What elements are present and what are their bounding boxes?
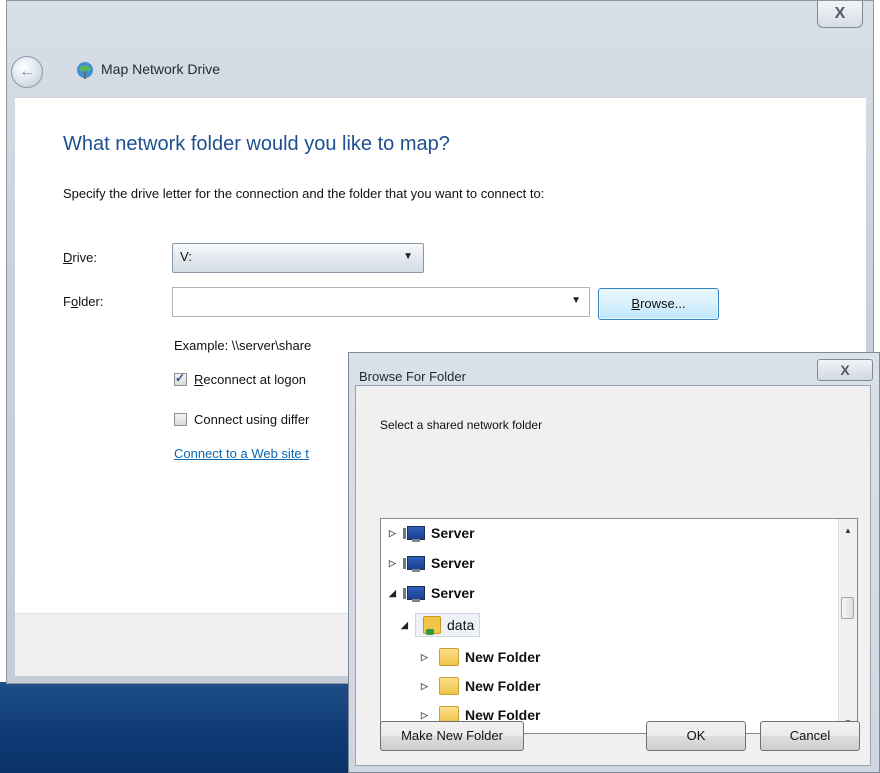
expand-arrow-icon[interactable]: ▷ <box>389 558 401 569</box>
folder-combobox[interactable]: ▼ <box>172 287 590 317</box>
connect-credentials-label: Connect using differ <box>194 412 310 427</box>
cancel-button[interactable]: Cancel <box>760 721 860 751</box>
reconnect-checkbox[interactable] <box>174 371 187 386</box>
close-button[interactable]: X <box>817 1 863 28</box>
collapse-arrow-icon[interactable]: ◢ <box>389 588 401 599</box>
tree-item-server[interactable]: ▷ Server <box>389 521 475 545</box>
computer-icon <box>403 526 425 542</box>
tree-item-label: New Folder <box>465 649 541 665</box>
drive-label: Drive: <box>63 250 97 265</box>
reconnect-label: Reconnect at logon <box>194 372 307 387</box>
expand-arrow-icon[interactable]: ▷ <box>421 681 433 692</box>
shared-folder-icon <box>423 616 441 635</box>
collapse-arrow-icon[interactable]: ◢ <box>401 620 413 631</box>
example-text: Example: \\server\share <box>174 338 312 353</box>
window-title: Map Network Drive <box>101 61 221 77</box>
selected-tree-item[interactable]: data <box>415 613 481 637</box>
connect-credentials-checkbox-row[interactable]: Connect using differ <box>174 412 309 427</box>
tree-item-label: New Folder <box>465 678 541 694</box>
expand-arrow-icon[interactable]: ▷ <box>421 652 433 663</box>
tree-item-share[interactable]: ◢ data <box>401 613 481 637</box>
computer-icon <box>403 586 425 602</box>
folder-tree[interactable]: ▷ Server ▷ Server ◢ Server ◢ data ▷ New … <box>380 518 858 734</box>
instruction-text: Specify the drive letter for the connect… <box>63 186 545 201</box>
tree-item-server[interactable]: ▷ Server <box>389 551 475 575</box>
browse-close-button[interactable]: X <box>817 359 873 381</box>
browse-dialog-body: Select a shared network folder ▷ Server … <box>355 385 871 766</box>
browse-for-folder-dialog: Browse For Folder X Select a shared netw… <box>348 352 880 773</box>
tree-item-label: Server <box>431 585 475 601</box>
chevron-down-icon: ▼ <box>403 251 413 262</box>
reconnect-checkbox-row[interactable]: Reconnect at logon <box>174 371 307 387</box>
tree-item-folder[interactable]: ▷ New Folder <box>421 645 540 669</box>
scroll-up-icon[interactable]: ▲ <box>839 521 857 539</box>
page-heading: What network folder would you like to ma… <box>63 133 450 155</box>
close-icon: X <box>840 362 850 378</box>
expand-arrow-icon[interactable]: ▷ <box>389 528 401 539</box>
tree-item-server[interactable]: ◢ Server <box>389 581 475 605</box>
browse-dialog-title: Browse For Folder <box>359 369 466 384</box>
tree-item-folder[interactable]: ▷ New Folder <box>421 674 540 698</box>
back-button[interactable]: ← <box>11 56 43 88</box>
tree-item-label: Server <box>431 555 475 571</box>
drive-select-value: V: <box>180 249 192 264</box>
chevron-down-icon: ▼ <box>571 295 581 306</box>
folder-icon <box>439 677 459 695</box>
browse-button[interactable]: Browse... <box>598 288 719 320</box>
ok-button[interactable]: OK <box>646 721 746 751</box>
close-icon: X <box>834 5 846 22</box>
connect-credentials-checkbox[interactable] <box>174 413 187 426</box>
make-new-folder-button[interactable]: Make New Folder <box>380 721 524 751</box>
vertical-scrollbar[interactable]: ▲ ▼ <box>838 519 857 733</box>
web-site-link[interactable]: Connect to a Web site t <box>174 446 309 461</box>
network-drive-icon <box>77 62 93 79</box>
back-arrow-icon: ← <box>19 63 35 80</box>
browse-description: Select a shared network folder <box>380 418 543 432</box>
computer-icon <box>403 556 425 572</box>
scroll-thumb[interactable] <box>841 597 854 619</box>
folder-label: Folder: <box>63 294 104 309</box>
folder-icon <box>439 648 459 666</box>
tree-item-label: Server <box>431 525 475 541</box>
tree-item-label: data <box>447 617 475 633</box>
drive-select[interactable]: V: ▼ <box>172 243 424 273</box>
expand-arrow-icon[interactable]: ▷ <box>421 710 433 721</box>
